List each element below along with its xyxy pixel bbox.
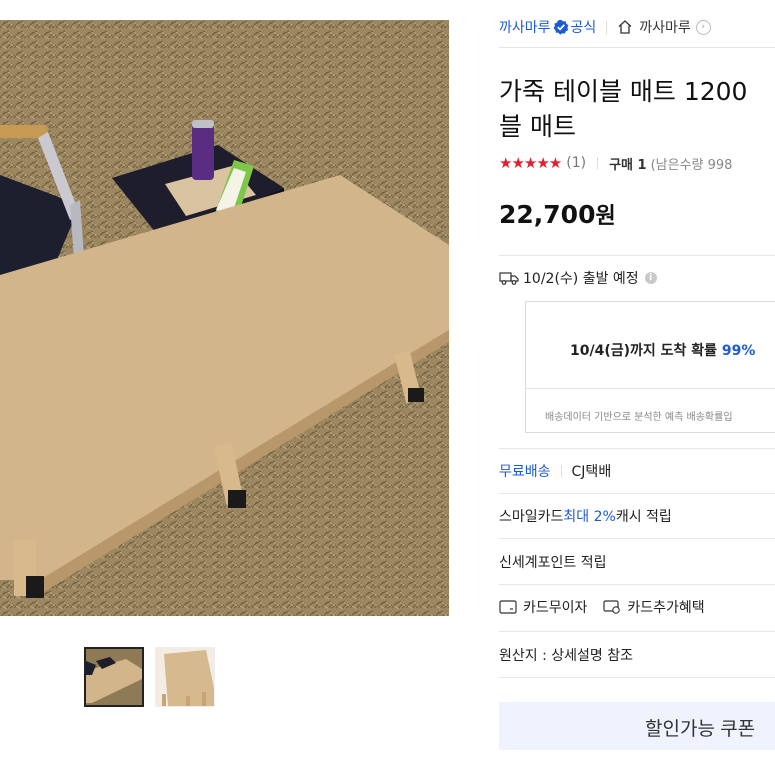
thumbnail-1[interactable]: [84, 647, 144, 707]
shipping-fee-row: 무료배송 CJ택배: [499, 460, 611, 482]
arrival-probability: 10/4(금)까지 도착 확률 99%: [570, 340, 755, 360]
seller-bar: 까사마루 공식 까사마루 ›: [499, 16, 711, 38]
delivery-probability-box: 10/4(금)까지 도착 확률 99% 배송데이터 기반으로 분석한 예측 배송…: [525, 301, 775, 433]
discount-coupon-button[interactable]: 할인가능 쿠폰: [499, 702, 775, 750]
home-icon: [618, 20, 632, 34]
shinsegae-point-label: 신세계포인트 적립: [499, 555, 607, 571]
divider: [499, 584, 775, 585]
dispatch-text: 10/2(수) 출발 예정: [523, 271, 639, 287]
dispatch-row: 10/2(수) 출발 예정 i: [499, 268, 657, 288]
currency-label: 원: [595, 204, 616, 229]
carrier-label: CJ택배: [571, 464, 612, 480]
card-benefits-row: 카드무이자 카드추가혜택: [499, 596, 705, 618]
smilecard-row[interactable]: 스마일카드 최대 2% 캐시 적립: [499, 505, 672, 527]
title-line-1: 가죽 테이블 매트 1200: [499, 77, 756, 106]
origin-text: 원산지 : 상세설명 참조: [499, 648, 633, 664]
store-link[interactable]: 까사마루: [639, 17, 691, 37]
divider: [606, 20, 608, 34]
card-extra-benefit-link[interactable]: 카드추가혜택: [627, 597, 704, 617]
smilecard-suffix: 캐시 적립: [615, 509, 672, 525]
shinsegae-point-row[interactable]: 신세계포인트 적립: [499, 551, 607, 573]
verified-badge-icon: [553, 19, 568, 35]
info-icon[interactable]: i: [644, 272, 657, 284]
title-line-2: 블 매트: [499, 112, 576, 141]
brand-link[interactable]: 까사마루: [499, 17, 551, 37]
arrival-percent: 99%: [721, 343, 756, 359]
product-main-image[interactable]: [0, 20, 449, 616]
divider: [499, 448, 775, 449]
divider: [597, 157, 599, 169]
divider: [499, 677, 775, 678]
card-interest-free-link[interactable]: 카드무이자: [523, 597, 587, 617]
product-info-panel: 까사마루 공식 까사마루 › 가죽 테이블 매트 1200 블 매트 ★★★★★…: [499, 0, 775, 775]
probability-note: 배송데이터 기반으로 분석한 예측 배송확률입: [545, 412, 733, 423]
price-value: 22,700: [499, 200, 596, 229]
divider: [499, 47, 775, 48]
origin-row: 원산지 : 상세설명 참조: [499, 644, 633, 666]
smilecard-prefix: 스마일카드: [499, 509, 564, 525]
rating-row: ★★★★★ (1) 구매 1 (남은수량 998: [499, 152, 732, 174]
truck-icon: [499, 272, 519, 285]
star-rating-icon: ★★★★★: [499, 154, 562, 172]
divider: [560, 465, 562, 477]
arrival-text: 10/4(금)까지 도착 확률: [570, 343, 722, 359]
divider: [526, 388, 775, 389]
free-shipping-label: 무료배송: [499, 464, 551, 480]
smilecard-rate: 최대 2%: [563, 509, 616, 525]
official-label: 공식: [570, 20, 597, 36]
product-title: 가죽 테이블 매트 1200 블 매트: [499, 74, 775, 144]
purchase-count: 구매 1: [609, 157, 647, 173]
divider: [499, 493, 775, 494]
thumbnail-2[interactable]: [155, 647, 215, 707]
price: 22,700원: [499, 198, 616, 230]
chevron-right-icon[interactable]: ›: [695, 19, 711, 35]
divider: [499, 631, 775, 632]
review-count-link[interactable]: (1): [566, 155, 586, 171]
card-benefit-icon: [603, 600, 621, 614]
remaining-stock: (남은수량 998: [650, 157, 733, 173]
divider: [499, 255, 775, 256]
card-icon: [499, 600, 517, 614]
divider: [499, 538, 775, 539]
coupon-button-label: 할인가능 쿠폰: [645, 719, 756, 740]
